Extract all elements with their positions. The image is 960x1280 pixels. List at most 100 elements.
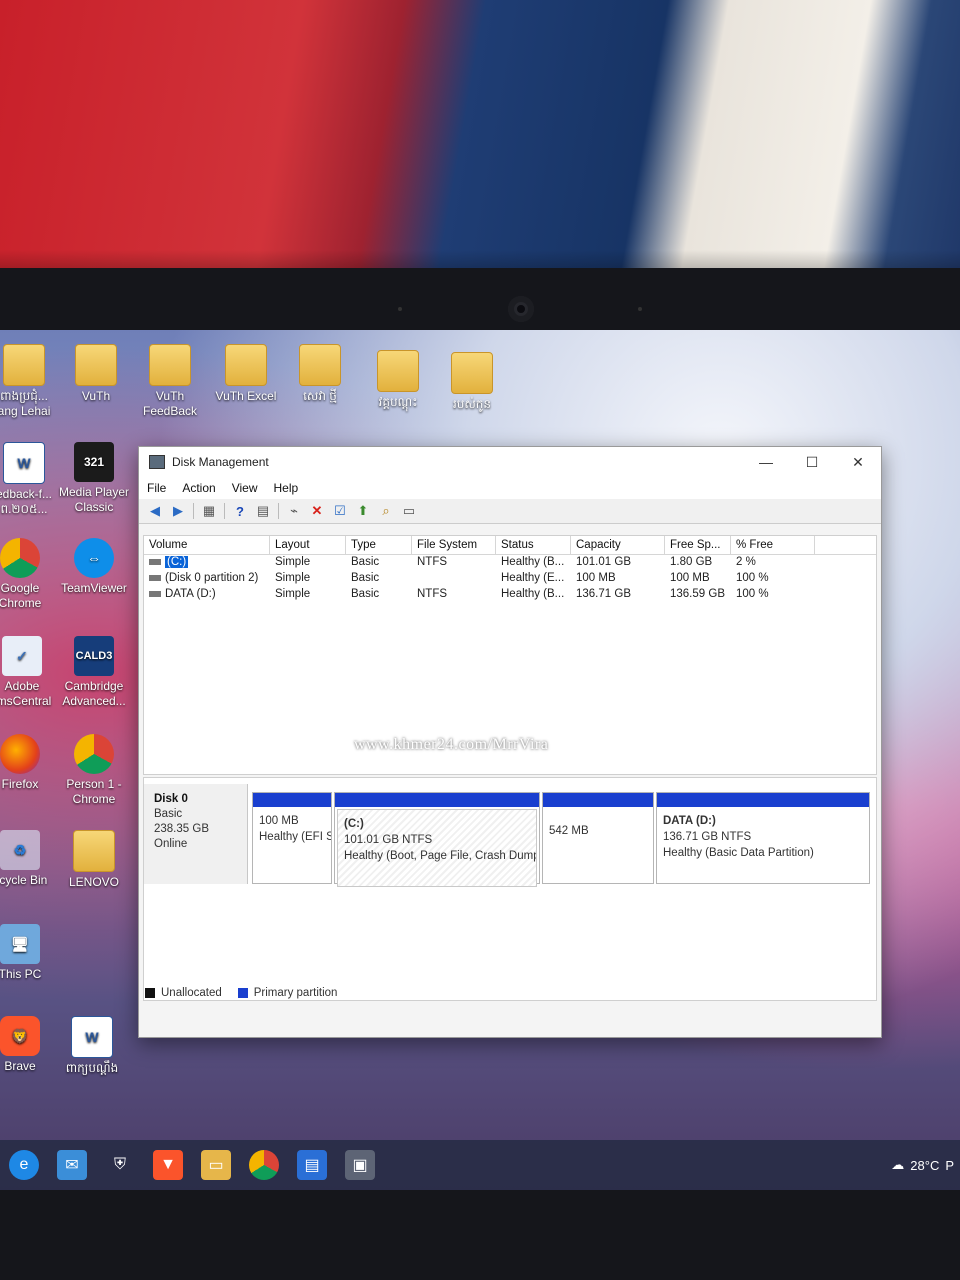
checklist-icon[interactable]: ☑ (332, 503, 348, 519)
cell-volume: (Disk 0 partition 2) (144, 571, 270, 587)
adobe-icon: ✓ (2, 636, 42, 676)
desktop-icon[interactable]: VuTh Excel (206, 344, 286, 404)
firefox-icon (0, 734, 40, 774)
import-icon[interactable]: ⬆ (355, 503, 371, 519)
cell-type: Basic (351, 588, 380, 600)
console-tree-icon[interactable]: ▦ (201, 503, 217, 519)
cell-free-space: 1.80 GB (670, 556, 713, 568)
menu-view[interactable]: View (224, 481, 266, 495)
back-arrow-icon[interactable]: ◀ (147, 503, 163, 519)
brave-icon[interactable]: ▼ (153, 1150, 183, 1180)
folder-icon (75, 344, 117, 386)
partition-name: DATA (D:) (663, 815, 716, 827)
primary-partition-swatch (237, 988, 248, 998)
mic-dot (638, 307, 642, 311)
toolbar: ◀ ▶ ▦ ? ▤ ⌁ ✕ ☑ ⬆ ⌕ ▭ (139, 499, 881, 524)
partition-data-d[interactable]: DATA (D:) 136.71 GB NTFS Healthy (Basic … (656, 792, 870, 884)
chrome-icon[interactable] (249, 1150, 279, 1180)
maximize-button[interactable]: ☐ (789, 454, 835, 471)
properties-pane-icon[interactable]: ▤ (255, 503, 271, 519)
column-header[interactable]: % Free (731, 536, 815, 554)
partition-status: Healthy (EFI S (259, 831, 331, 843)
store-icon[interactable]: ▤ (297, 1150, 327, 1180)
column-header[interactable]: Layout (270, 536, 346, 554)
desktop-icon[interactable]: 321 Media Player Classic (54, 442, 134, 515)
cell-layout: Simple (275, 588, 311, 600)
delete-icon[interactable]: ✕ (309, 503, 325, 519)
desktop-icon[interactable]: របស់កូន (432, 352, 512, 412)
partition-efi[interactable]: 100 MB Healthy (EFI S (252, 792, 332, 884)
desktop-icon[interactable]: Firefox (0, 734, 60, 792)
desktop-icon-label: LENOVO (68, 875, 119, 889)
desktop-icon[interactable]: LENOVO (54, 830, 134, 890)
cell-file-system: NTFS (417, 588, 448, 600)
desktop-icon[interactable]: W ពាក្យបណ្តឹង (52, 1016, 132, 1076)
partition-recovery[interactable]: 542 MB (542, 792, 654, 884)
desktop-icon[interactable]: CALD3 Cambridge Advanced... (54, 636, 134, 709)
mail-icon[interactable]: ✉ (57, 1150, 87, 1180)
column-header[interactable]: Capacity (571, 536, 665, 554)
desktop-icon[interactable]: 🦁 Brave (0, 1016, 60, 1074)
menu-file[interactable]: File (139, 481, 174, 495)
cambridge-icon: CALD3 (74, 636, 114, 676)
column-header[interactable]: File System (412, 536, 496, 554)
disk-0-label[interactable]: Disk 0 Basic 238.35 GB Online (144, 784, 248, 884)
menu-action[interactable]: Action (174, 481, 223, 495)
volume-name: (Disk 0 partition 2) (165, 572, 259, 584)
desktop-icon-label: TeamViewer (61, 581, 127, 595)
disk-graphical-view: Disk 0 Basic 238.35 GB Online 100 MB Hea… (143, 777, 877, 1001)
desktop-icon-label: Google Chrome (0, 581, 42, 610)
media-player-icon: 321 (74, 442, 114, 482)
close-button[interactable]: ✕ (835, 454, 881, 471)
desktop-icon[interactable]: 🖥 This PC (0, 924, 60, 982)
forward-arrow-icon[interactable]: ▶ (170, 503, 186, 519)
mic-dot (398, 307, 402, 311)
disk-type: Basic (154, 808, 183, 820)
desktop-icon[interactable]: ⇔ TeamViewer (54, 538, 134, 596)
webcam (508, 296, 534, 322)
partition-text: DATA (D:) 136.71 GB NTFS Healthy (Basic … (657, 807, 869, 861)
partition-text: 542 MB (543, 807, 653, 839)
partition-c[interactable]: (C:) 101.01 GB NTFS Healthy (Boot, Page … (334, 792, 540, 887)
tray-overflow-text: P (945, 1157, 954, 1173)
edge-icon[interactable]: e (9, 1150, 39, 1180)
table-row[interactable]: (Disk 0 partition 2) Simple Basic Health… (144, 571, 876, 587)
desktop-icon-label: របស់កូន (452, 397, 492, 411)
security-shield-icon[interactable]: ⛨ (105, 1150, 135, 1180)
cell-file-system (412, 571, 496, 587)
chrome-icon (74, 734, 114, 774)
disk-management-taskbar-icon[interactable]: ▣ (345, 1150, 375, 1180)
desktop-icon[interactable]: ពាងប្រជុំ... ang Lehai (0, 344, 64, 419)
desktop-icon[interactable]: សេវា ថ្មី (280, 344, 360, 404)
cell-status: Healthy (E... (501, 572, 565, 584)
column-header[interactable]: Free Sp... (665, 536, 731, 554)
disk-management-window: Disk Management — ☐ ✕ File Action View H… (138, 446, 882, 1038)
weather-icon[interactable]: ☁ (891, 1157, 904, 1173)
desktop-icon[interactable]: ✓ Adobe rmsCentral (0, 636, 62, 709)
toolbar-separator (193, 503, 194, 519)
desktop-icon[interactable]: ♻ ecycle Bin (0, 830, 60, 888)
search-icon[interactable]: ⌕ (378, 503, 394, 519)
desktop-icon[interactable]: VuTh FeedBack (130, 344, 210, 419)
cell-status: Healthy (B... (501, 556, 565, 568)
legend-unallocated: Unallocated (161, 987, 222, 999)
desktop-icon[interactable]: Person 1 - Chrome (54, 734, 134, 807)
desktop-icon[interactable]: Google Chrome (0, 538, 60, 611)
column-header[interactable]: Status (496, 536, 571, 554)
minimize-button[interactable]: — (743, 454, 789, 471)
column-header[interactable]: Type (346, 536, 412, 554)
help-icon[interactable]: ? (232, 503, 248, 519)
menu-help[interactable]: Help (266, 481, 307, 495)
properties-icon[interactable]: ▭ (401, 503, 417, 519)
connect-drive-icon[interactable]: ⌁ (286, 503, 302, 519)
volume-list: Volume Layout Type File System Status Ca… (143, 535, 877, 775)
file-explorer-icon[interactable]: ▭ (201, 1150, 231, 1180)
desktop-icon[interactable]: វគ្គបណ្ដុះ (358, 350, 438, 410)
table-row[interactable]: DATA (D:) Simple Basic NTFS Healthy (B..… (144, 587, 876, 603)
cell-status: Healthy (B... (501, 588, 565, 600)
column-header[interactable]: Volume (144, 536, 270, 554)
table-row[interactable]: (C:) Simple Basic NTFS Healthy (B... 101… (144, 555, 876, 571)
title-bar[interactable]: Disk Management — ☐ ✕ (139, 447, 881, 477)
desktop-icon[interactable]: VuTh (56, 344, 136, 404)
brave-icon: 🦁 (0, 1016, 40, 1056)
